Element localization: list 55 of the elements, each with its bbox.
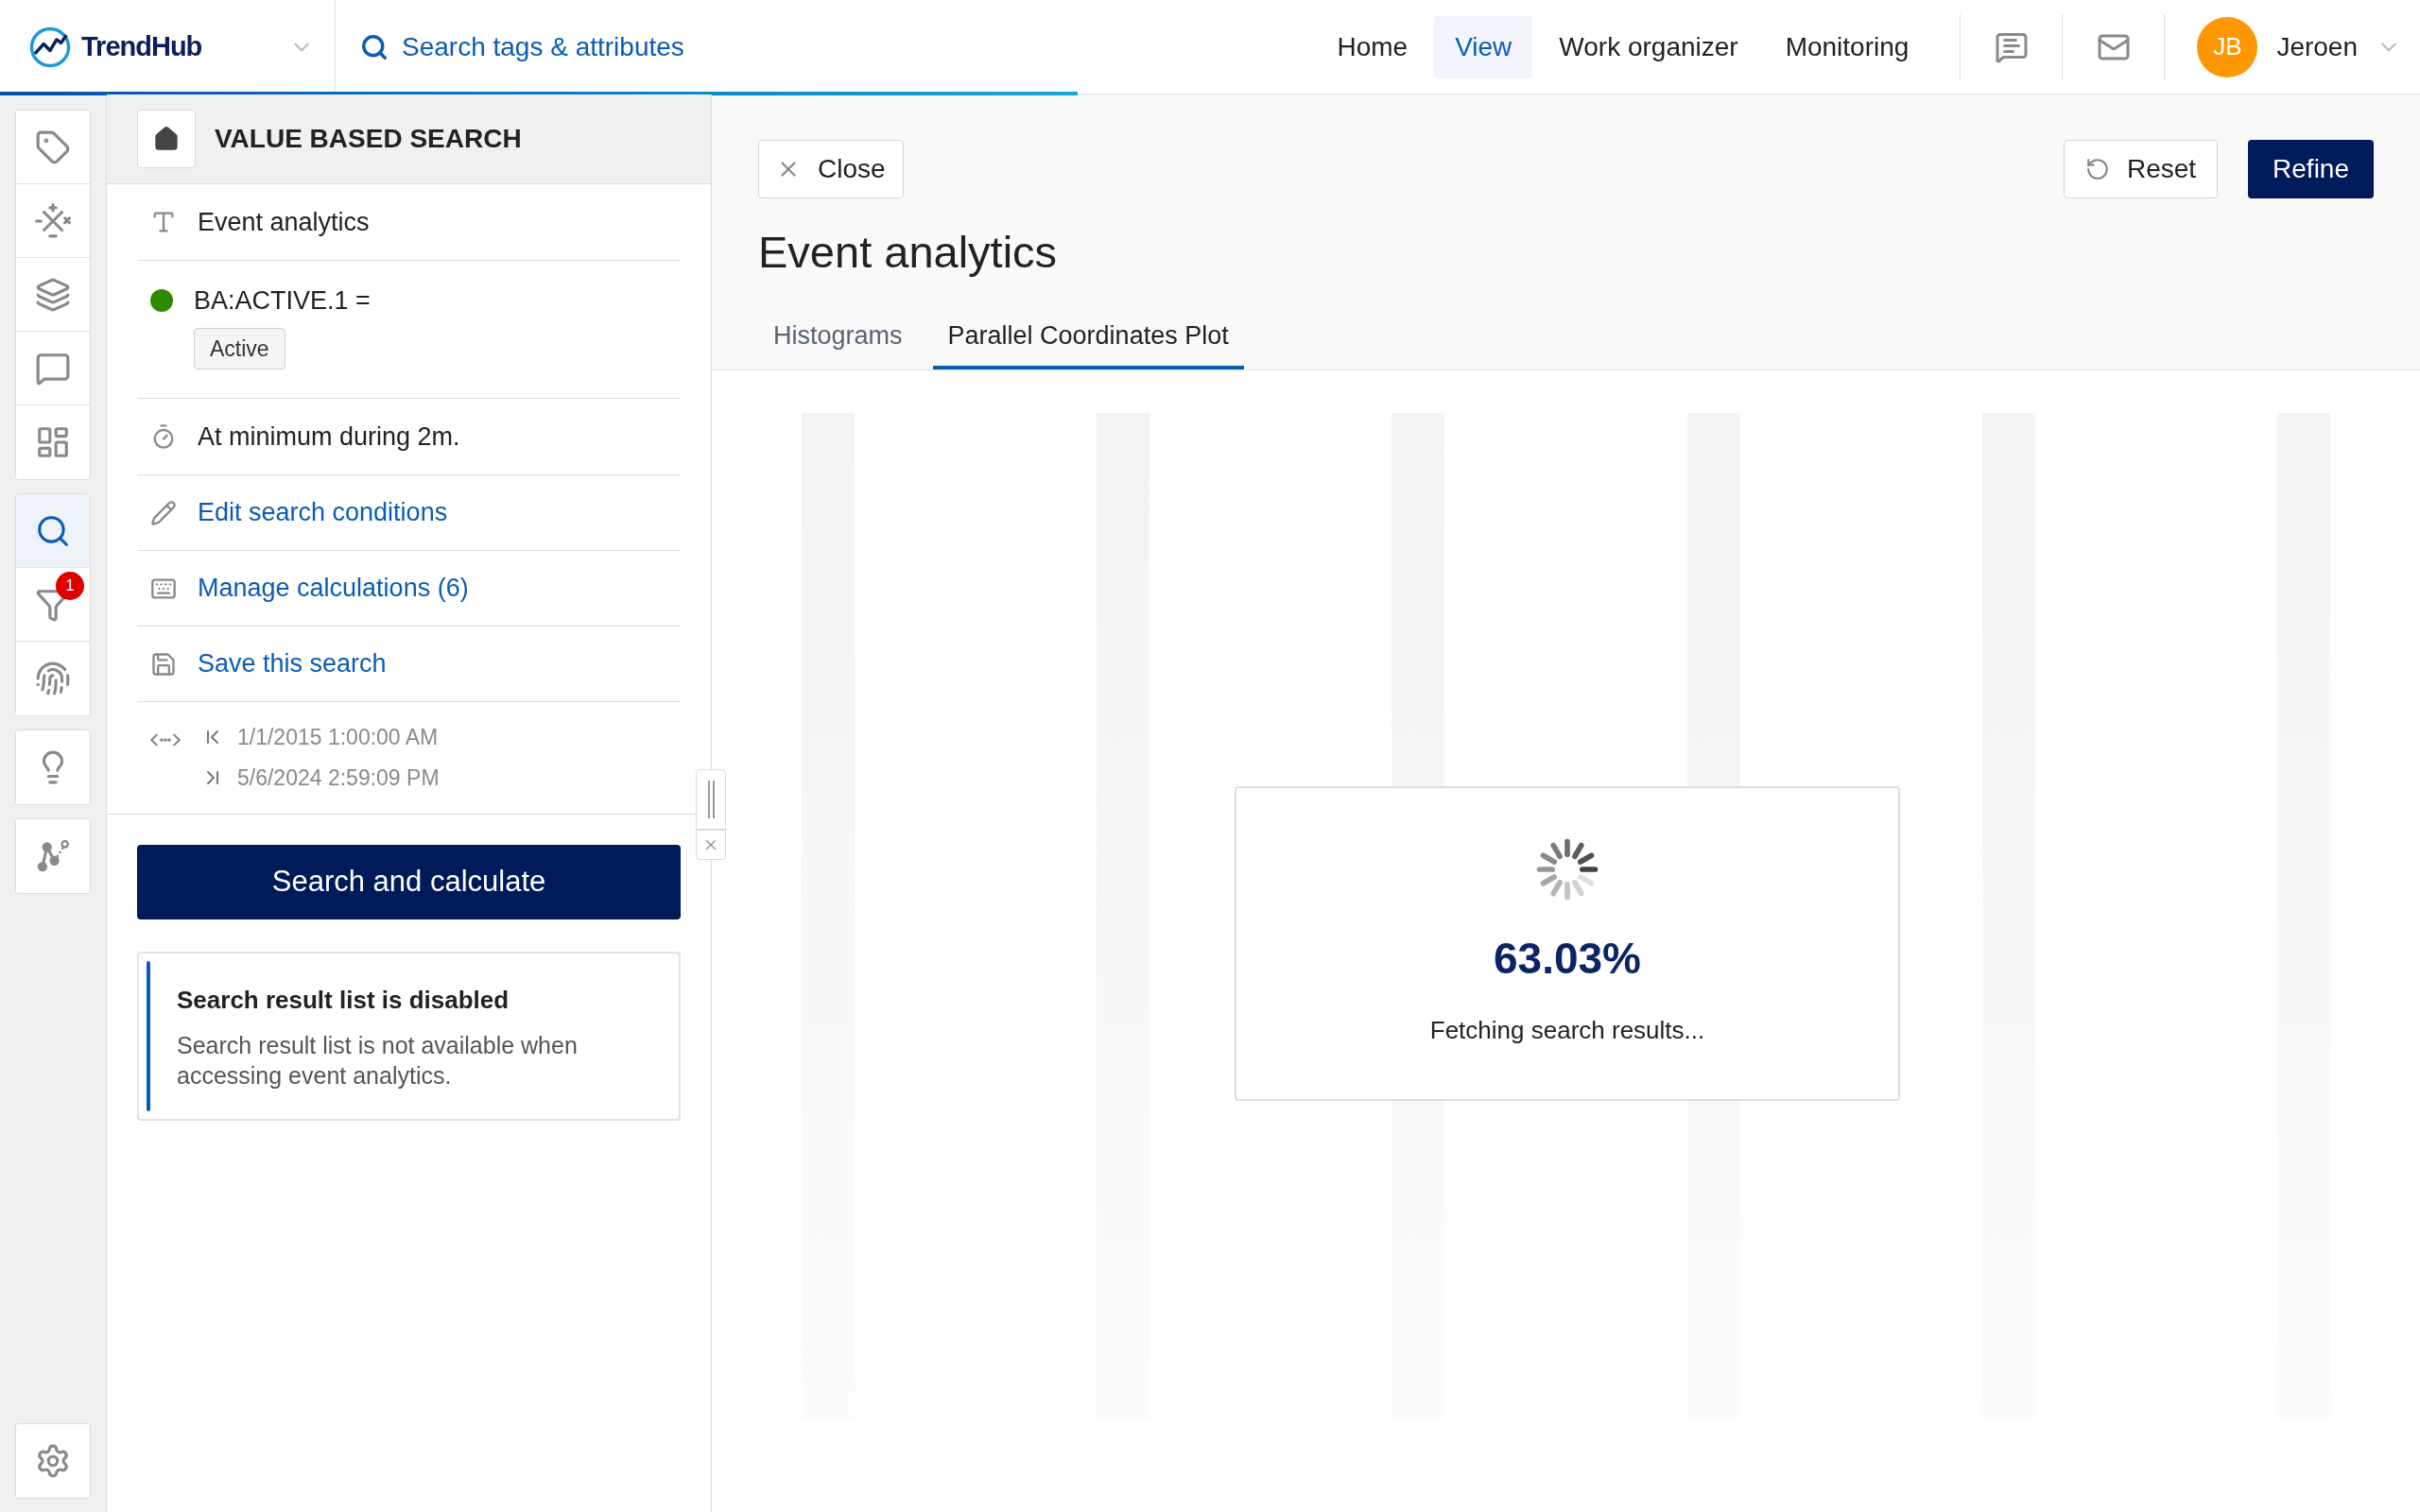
app-name: TrendHub bbox=[81, 29, 202, 63]
search-title: Event analytics bbox=[198, 206, 370, 238]
search-placeholder: Search tags & attributes bbox=[402, 30, 684, 63]
tab[interactable]: Histograms bbox=[758, 316, 918, 369]
logo-icon bbox=[28, 25, 72, 69]
nav-tab[interactable]: Monitoring bbox=[1764, 15, 1930, 78]
dashboard-icon bbox=[35, 424, 71, 460]
sidebar-button[interactable] bbox=[16, 1424, 90, 1498]
close-button[interactable]: Close bbox=[758, 140, 904, 198]
notice-title: Search result list is disabled bbox=[177, 985, 510, 1016]
save-icon bbox=[150, 650, 177, 678]
home-icon bbox=[153, 126, 180, 152]
math-symbols-icon bbox=[35, 202, 71, 239]
nav-tab[interactable]: View bbox=[1434, 15, 1533, 78]
notification-badge: 1 bbox=[56, 572, 84, 600]
nav-tab[interactable]: Home bbox=[1316, 15, 1429, 78]
graph-icon bbox=[35, 838, 71, 874]
settings-icon bbox=[35, 1443, 71, 1479]
loading-message: Fetching search results... bbox=[1429, 1015, 1705, 1046]
search-and-calculate-button[interactable]: Search and calculate bbox=[137, 845, 681, 919]
refine-button[interactable]: Refine bbox=[2248, 140, 2374, 198]
resize-handle[interactable] bbox=[696, 769, 726, 830]
page-title: Event analytics bbox=[758, 226, 1059, 279]
sidebar-button[interactable] bbox=[16, 730, 90, 804]
action-link[interactable]: Save this search bbox=[198, 644, 387, 683]
sidebar-button[interactable] bbox=[16, 819, 90, 893]
tab[interactable]: Parallel Coordinates Plot bbox=[932, 316, 1244, 369]
notice-text: Search result list is not available when accessing event analytics. bbox=[177, 1031, 579, 1091]
sidebar-button[interactable] bbox=[16, 494, 90, 568]
pencil-icon bbox=[150, 499, 177, 526]
layers-icon bbox=[35, 276, 71, 313]
sidebar-button[interactable] bbox=[16, 111, 90, 184]
home-button[interactable] bbox=[137, 110, 196, 168]
action-link[interactable]: Edit search conditions bbox=[198, 493, 448, 532]
spinner-icon bbox=[1535, 837, 1599, 902]
duration-condition: At minimum during 2m. bbox=[198, 421, 460, 453]
user-menu[interactable]: JB Jeroen bbox=[2170, 0, 2420, 94]
end-time: 5/6/2024 2:59:09 PM bbox=[237, 764, 440, 792]
progress-percent: 63.03% bbox=[1494, 933, 1641, 985]
search-field[interactable]: Search tags & attributes bbox=[336, 0, 684, 94]
range-icon bbox=[150, 732, 181, 747]
panel-title: VALUE BASED SEARCH bbox=[215, 123, 522, 155]
action-link[interactable]: Manage calculations (6) bbox=[198, 569, 469, 608]
user-avatar: JB bbox=[2197, 16, 2258, 77]
reset-icon bbox=[2084, 157, 2110, 181]
condition-text: BA:ACTIVE.1 = bbox=[194, 285, 371, 317]
value-chip: Active bbox=[194, 327, 285, 369]
collapse-button[interactable] bbox=[696, 830, 726, 860]
search-icon bbox=[360, 32, 389, 61]
nav-tab[interactable]: Work organizer bbox=[1538, 15, 1759, 78]
start-time: 1/1/2015 1:00:00 AM bbox=[237, 724, 439, 751]
tag-icon bbox=[35, 129, 71, 165]
user-name: Jeroen bbox=[2276, 30, 2358, 63]
reset-button[interactable]: Reset bbox=[2063, 140, 2219, 198]
fingerprint-icon bbox=[35, 661, 71, 696]
